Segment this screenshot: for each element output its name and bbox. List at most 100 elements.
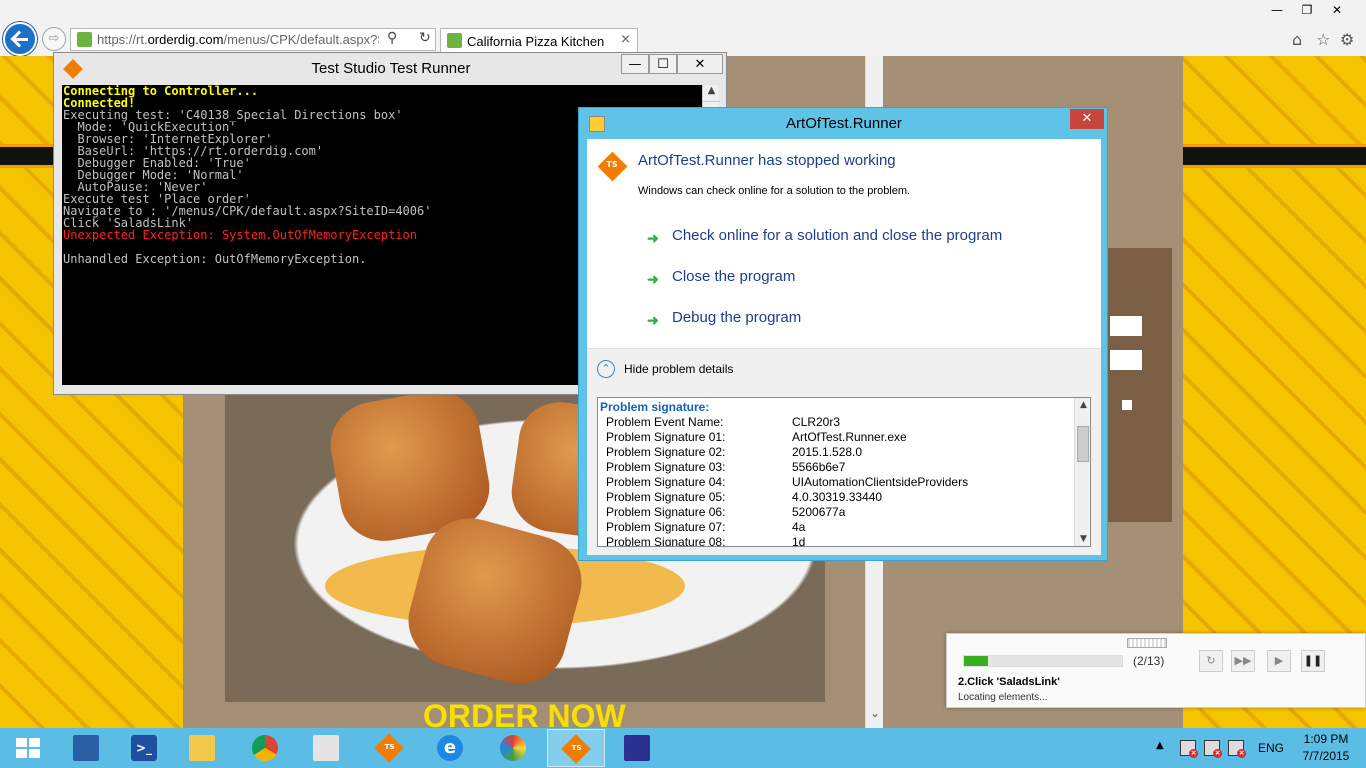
taskbar-artoftest-runner[interactable] <box>609 729 667 767</box>
clock-date[interactable]: 7/7/2015 <box>1296 749 1356 763</box>
restart-button[interactable]: ↻ <box>1199 650 1223 672</box>
refresh-icon[interactable]: ↻ <box>419 30 431 46</box>
taskbar-server-manager[interactable] <box>58 729 116 767</box>
minimize-button[interactable]: — <box>621 54 649 74</box>
signature-key: Problem Signature 02: <box>606 445 726 459</box>
dialog-close-button[interactable]: ✕ <box>1070 109 1104 129</box>
address-bar[interactable]: https://rt.orderdig.com/menus/CPK/defaul… <box>70 28 436 51</box>
favorites-star-icon[interactable]: ☆ <box>1316 30 1330 49</box>
maximize-button[interactable]: ☐ <box>649 54 677 74</box>
folder-icon <box>189 735 215 761</box>
scroll-thumb[interactable] <box>1077 426 1089 462</box>
scroll-up-icon[interactable]: ▲ <box>1075 400 1090 410</box>
taskbar-chrome[interactable] <box>237 729 295 767</box>
signature-key: Problem Signature 04: <box>606 475 726 489</box>
signature-key: Problem Signature 05: <box>606 490 726 504</box>
signature-key: Problem Signature 01: <box>606 430 726 444</box>
clock-time[interactable]: 1:09 PM <box>1296 732 1356 746</box>
address-url[interactable]: https://rt.orderdig.com/menus/CPK/defaul… <box>97 32 379 47</box>
form-input[interactable] <box>1110 316 1142 336</box>
arrow-right-icon: ➜ <box>647 230 659 246</box>
arrow-right-icon: ➜ <box>647 312 659 328</box>
signature-value: 4a <box>792 520 806 534</box>
test-studio-icon: TS <box>597 151 628 182</box>
taskbar-test-studio[interactable]: TS <box>361 729 419 767</box>
signature-value: 1d <box>792 535 806 547</box>
option-label: Check online for a solution and close th… <box>672 227 1003 244</box>
error-badge-icon: × <box>1237 749 1246 758</box>
step-status: Locating elements... <box>958 692 1048 703</box>
dialog-title: ArtOfTest.Runner <box>786 115 902 132</box>
window-close-button[interactable]: ✕ <box>1322 0 1352 20</box>
play-button[interactable]: ▶ <box>1267 650 1291 672</box>
action-center-flag-icon[interactable]: × <box>1180 740 1198 758</box>
paint-icon <box>500 735 526 761</box>
signature-value: 5566b6e7 <box>792 460 846 474</box>
hide-details-toggle[interactable]: ⌃ Hide problem details <box>587 348 1101 388</box>
internet-explorer-icon: e <box>437 735 463 761</box>
form-input[interactable] <box>1110 350 1142 370</box>
taskbar-tools[interactable] <box>298 729 356 767</box>
checkmark-app-icon <box>624 735 650 761</box>
nugget-shape <box>398 507 592 695</box>
taskbar-paint[interactable] <box>485 729 543 767</box>
form-checkbox[interactable] <box>1122 400 1132 410</box>
drag-grip[interactable] <box>1127 638 1167 648</box>
progress-fill <box>964 656 988 666</box>
test-studio-icon: TS <box>374 733 404 763</box>
home-icon[interactable]: ⌂ <box>1292 30 1302 49</box>
option-label: Close the program <box>672 268 796 285</box>
error-badge-icon: × <box>1189 749 1198 758</box>
tab-close-icon[interactable]: × <box>620 32 631 47</box>
chrome-icon <box>252 735 278 761</box>
dialog-body: TS ArtOfTest.Runner has stopped working … <box>587 139 1101 555</box>
taskbar-internet-explorer[interactable]: e <box>422 729 480 767</box>
taskbar-file-explorer[interactable] <box>174 729 232 767</box>
start-button[interactable] <box>0 729 58 767</box>
powershell-icon: >_ <box>131 735 157 761</box>
show-hidden-icons-chevron-icon[interactable]: ▲ <box>1156 740 1164 751</box>
back-button[interactable] <box>3 22 37 56</box>
gear-icon[interactable]: ⚙ <box>1340 30 1354 49</box>
url-domain: orderdig.com <box>147 32 224 47</box>
error-badge-icon: × <box>1213 749 1222 758</box>
order-now-banner[interactable]: ORDER NOW <box>423 698 626 728</box>
tab-title: California Pizza Kitchen <box>467 34 605 49</box>
problem-details-box[interactable]: Problem signature: Problem Event Name: CL… <box>597 397 1091 547</box>
signature-key: Problem Signature 07: <box>606 520 726 534</box>
chevron-up-icon[interactable]: ⌃ <box>597 360 615 378</box>
dialog-subtext: Windows can check online for a solution … <box>638 185 911 197</box>
close-button[interactable]: ✕ <box>677 54 723 74</box>
search-icon[interactable]: ⚲ <box>387 30 397 46</box>
details-toggle-label: Hide problem details <box>624 362 734 376</box>
browser-chrome: ⇨ https://rt.orderdig.com/menus/CPK/defa… <box>0 0 1366 56</box>
scroll-up-icon[interactable]: ▲ <box>703 85 720 102</box>
volume-icon[interactable]: × <box>1228 740 1246 758</box>
taskbar-powershell[interactable]: >_ <box>116 729 174 767</box>
pause-button[interactable]: ❚❚ <box>1301 650 1325 672</box>
server-manager-icon <box>73 735 99 761</box>
taskbar: >_ TS e TS ▲ × × × ENG 1:09 PM 7/7/2015 <box>0 728 1366 768</box>
forward-button[interactable]: ⇨ <box>42 27 66 51</box>
scroll-down-icon[interactable]: ⌄ <box>866 706 884 720</box>
skip-button[interactable]: ▶▶ <box>1231 650 1255 672</box>
ts-label: TS <box>384 743 395 752</box>
network-icon[interactable]: × <box>1204 740 1222 758</box>
input-language[interactable]: ENG <box>1258 741 1284 755</box>
test-progress-widget: (2/13) ↻ ▶▶ ▶ ❚❚ 2.Click 'SaladsLink' Lo… <box>946 633 1366 708</box>
signature-key: Problem Signature 03: <box>606 460 726 474</box>
signature-key: Problem Event Name: <box>606 415 724 429</box>
dialog-heading: ArtOfTest.Runner has stopped working <box>638 152 896 169</box>
option-label: Debug the program <box>672 309 802 326</box>
tab-california-pizza-kitchen[interactable]: California Pizza Kitchen × <box>440 28 638 52</box>
tab-favicon-icon <box>447 33 462 48</box>
window-minimize-button[interactable]: — <box>1262 0 1292 20</box>
signature-value: CLR20r3 <box>792 415 841 429</box>
scroll-down-icon[interactable]: ▼ <box>1075 534 1090 544</box>
window-restore-button[interactable]: ❐ <box>1292 0 1322 20</box>
taskbar-test-runner[interactable]: TS <box>547 729 605 767</box>
url-path: /menus/CPK/default.aspx?SiteI <box>223 32 379 47</box>
console-line: Connecting to Controller... <box>63 85 259 98</box>
details-scrollbar[interactable]: ▲ ▼ <box>1074 398 1090 546</box>
signature-value: UIAutomationClientsideProviders <box>792 475 969 489</box>
